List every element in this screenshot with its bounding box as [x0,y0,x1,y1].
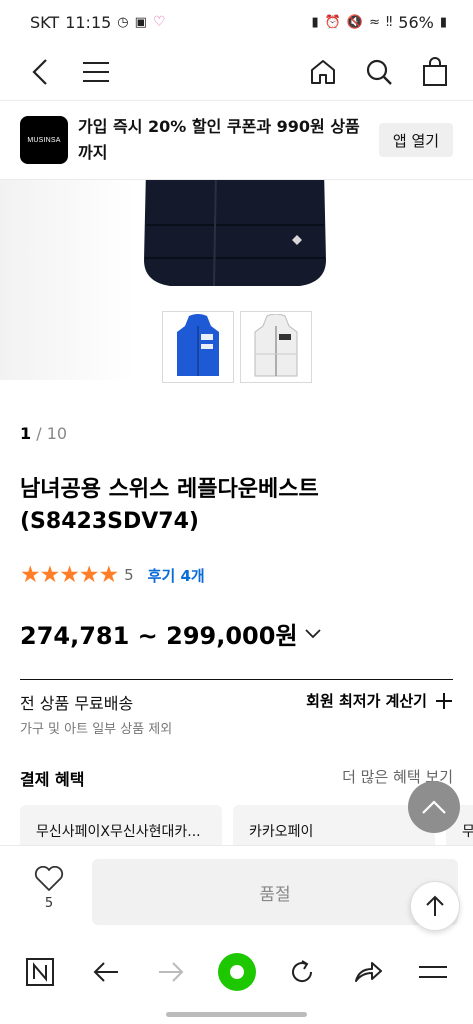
promo-text: 가입 즉시 20% 할인 쿠폰과 990원 상품까지 [78,117,360,162]
shipping-title: 전 상품 무료배송 [20,694,134,713]
green-dot-button[interactable] [217,952,257,992]
refresh-button[interactable] [282,952,322,992]
plus-icon [436,692,452,709]
payment-benefits-title: 결제 혜택 [20,770,85,789]
header-left [24,56,112,88]
star-rating-icon: ★★★★★ [20,562,119,588]
image-counter-current: 1 [20,424,32,443]
shipping-subtitle: 가구 및 아트 일부 상품 제외 [20,722,173,737]
battery-percent: 56% [398,12,434,32]
product-image-gallery[interactable] [0,180,473,390]
payment-benefit-cards: 무신사페이X무신사현대카... 카카오페이 무 [20,805,473,845]
arrow-up-icon [426,895,444,916]
open-app-button[interactable]: 앱 열기 [379,123,453,157]
price-range: 274,781 ~ 299,000원 [20,622,298,650]
home-icon [311,60,335,84]
browser-menu-button[interactable] [413,952,453,992]
review-count-link[interactable]: 후기 4개 [148,565,205,586]
status-bar: SKT 11:15 ◷ ▣ ♡ ▮ ⏰ 🔇 ≈ ‼ 56% ▮ [0,0,473,44]
member-price-calculator-label: 회원 최저가 계산기 [306,692,427,710]
cart-button[interactable] [419,56,451,88]
heart-notification-icon: ♡ [152,14,166,30]
status-right: ▮ ⏰ 🔇 ≈ ‼ 56% ▮ [312,13,447,32]
arrow-right-icon [159,962,184,982]
share-button[interactable] [348,952,388,992]
mute-icon: 🔇 [346,14,364,30]
divider [20,679,453,680]
search-icon [366,59,392,85]
browser-back-button[interactable] [86,952,126,992]
status-left: SKT 11:15 ◷ ▣ ♡ [30,13,166,32]
floating-scroll-up-button[interactable] [408,781,460,833]
browser-nav-bar [0,937,473,1007]
share-icon [354,962,382,982]
refresh-icon [292,960,313,983]
payment-card-musinsa-pay[interactable]: 무신사페이X무신사현대카... [20,805,222,845]
menu-button[interactable] [80,56,112,88]
wifi-icon: ≈ [369,14,380,30]
app-header [0,44,473,100]
back-icon [32,59,47,85]
naver-n-icon [26,958,54,986]
payment-card-kakao-pay[interactable]: 카카오페이 [233,805,435,845]
home-indicator [166,1012,307,1017]
image-counter-separator: / [31,424,47,443]
naver-tab-button[interactable] [20,952,60,992]
heart-icon [34,866,64,891]
battery-saver-icon: ▮ [311,14,319,30]
like-count: 5 [44,896,54,911]
like-button[interactable]: 5 [24,866,74,911]
chevron-down-icon [304,628,321,638]
home-button[interactable] [307,56,339,88]
back-button[interactable] [24,56,56,88]
hamburger-icon [419,966,447,978]
rating-row: ★★★★★ 5 후기 4개 [20,562,205,588]
header-right [307,56,451,88]
alarm-clock-icon: ◷ [117,14,129,30]
musinsa-logo: MUSINSA [20,116,68,164]
green-dot-icon [217,953,256,991]
cart-icon [423,57,447,86]
product-title: 남녀공용 스위스 레플다운베스트 (S8423SDV74) [20,477,319,534]
soldout-button[interactable]: 품절 [92,859,458,925]
signal-icon: ‼ [385,14,393,30]
thumbnail-blue-vest[interactable] [162,311,234,383]
member-price-calculator-button[interactable]: 회원 최저가 계산기 [306,690,453,711]
battery-icon: ▮ [439,14,447,30]
alarm-icon: ⏰ [324,14,341,30]
vest-product-image [144,180,326,287]
menu-icon [83,62,109,82]
blue-vest-image [177,314,219,376]
purchase-bar: 5 품절 [0,845,473,937]
price-dropdown[interactable]: 274,781 ~ 299,000원 [20,616,322,651]
scroll-to-top-button[interactable] [410,881,460,931]
rating-value: 5 [124,566,134,584]
search-button[interactable] [363,56,395,88]
arrow-left-icon [93,962,118,982]
app-promo-banner: MUSINSA 가입 즉시 20% 할인 쿠폰과 990원 상품까지 앱 열기 [0,100,473,180]
thumbnail-white-vest[interactable] [240,311,312,383]
payment-benefits-header: 결제 혜택 더 많은 혜택 보기 [20,766,453,790]
instagram-icon: ▣ [134,14,147,30]
status-time: 11:15 [65,12,112,32]
browser-forward-button[interactable] [151,952,191,992]
white-vest-image [254,314,298,377]
carrier-label: SKT [30,12,60,32]
previous-image-fade [0,180,135,380]
image-counter: 1 / 10 [20,424,67,443]
image-counter-total: 10 [46,424,68,443]
chevron-up-icon [422,800,446,814]
